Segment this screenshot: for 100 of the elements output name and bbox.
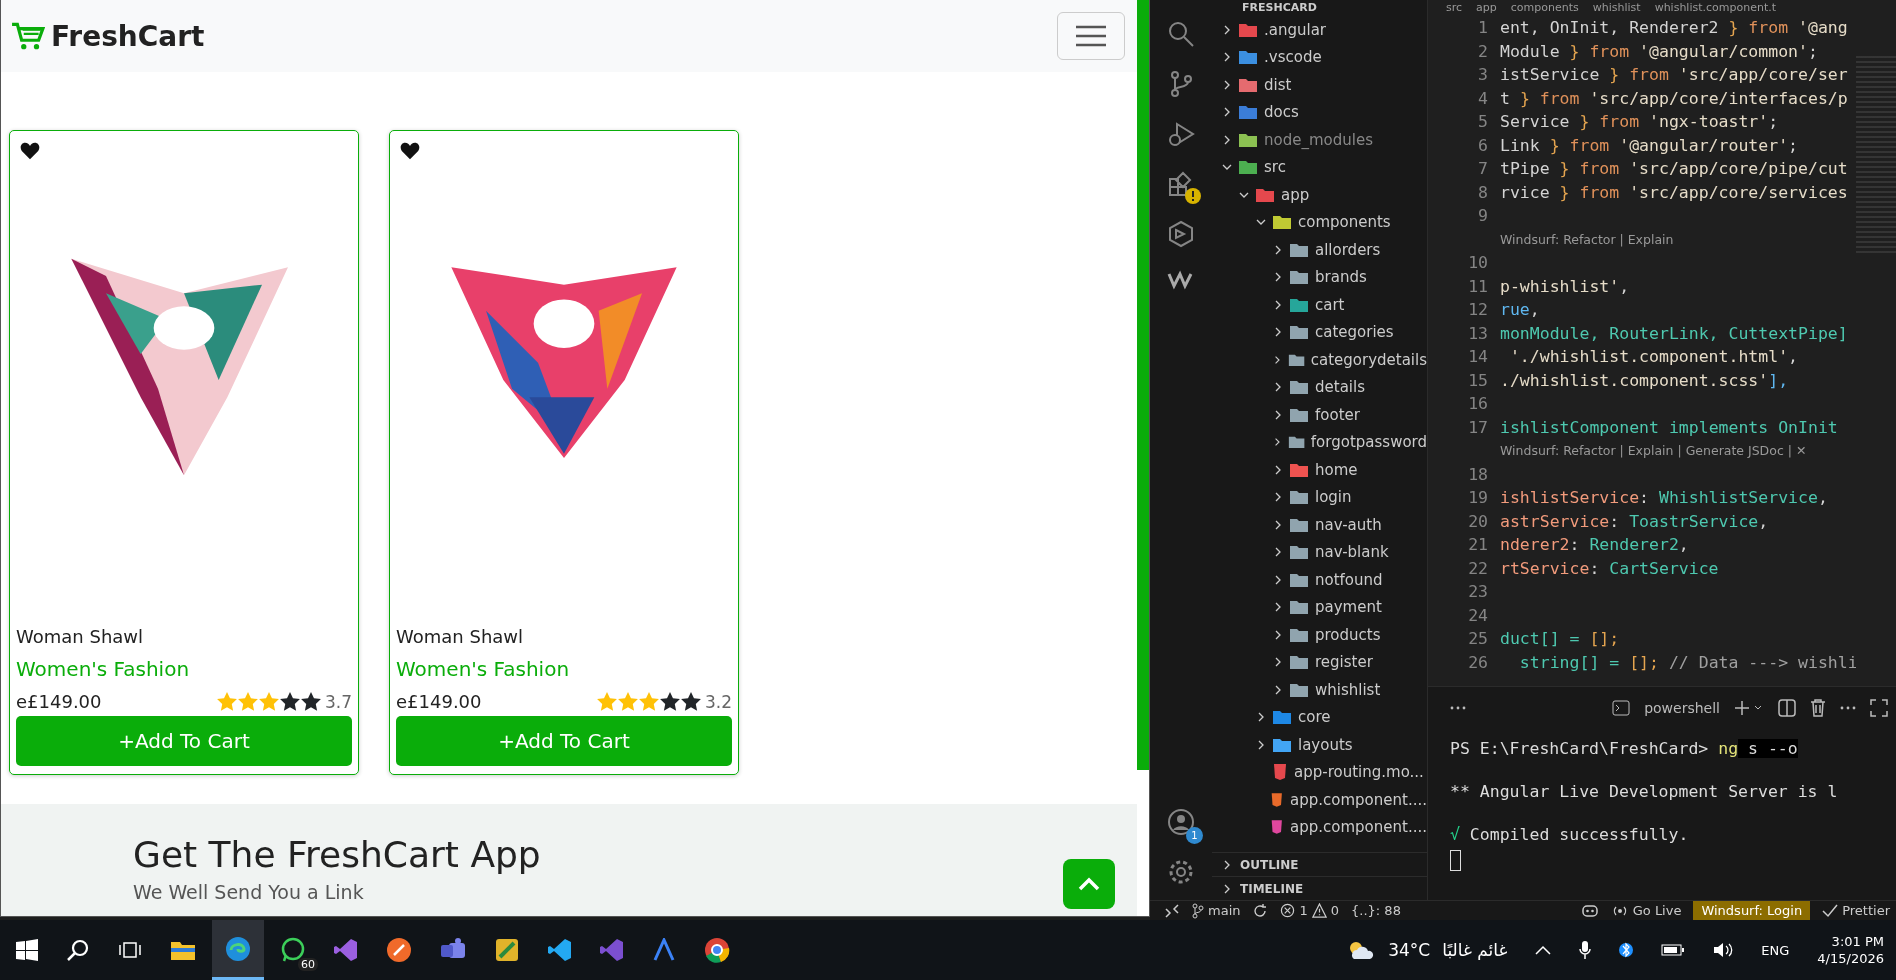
split-icon[interactable]	[1778, 699, 1796, 717]
tree-item[interactable]: components	[1212, 208, 1427, 236]
caret-up-icon[interactable]	[1535, 945, 1552, 955]
product-price: e£149.00	[396, 691, 482, 712]
task-view-icon[interactable]	[118, 939, 142, 961]
position-indicator[interactable]: {..}: 88	[1351, 900, 1401, 921]
folder-icon[interactable]	[170, 939, 196, 961]
cube-icon[interactable]	[1167, 220, 1195, 248]
tree-item[interactable]: node_modules	[1212, 126, 1427, 154]
tree-item[interactable]: forgotpassword	[1212, 428, 1427, 456]
tree-item[interactable]: docs	[1212, 98, 1427, 126]
clock-time[interactable]: 3:01 PM	[1831, 934, 1884, 949]
folder-icon	[1238, 49, 1258, 66]
clock-date[interactable]: 4/15/2026	[1817, 951, 1884, 966]
tree-item[interactable]: nav-auth	[1212, 511, 1427, 539]
ide-icon[interactable]	[600, 938, 624, 962]
star-icon	[638, 692, 659, 711]
tree-item[interactable]: app.component....	[1212, 786, 1427, 814]
code-editor-icon[interactable]	[548, 938, 572, 962]
windsurf-login-button[interactable]: Windsurf: Login	[1693, 900, 1811, 921]
prettier-button[interactable]: Prettier	[1822, 900, 1890, 921]
star-icon	[300, 692, 321, 711]
tree-item[interactable]: app.component....	[1212, 813, 1427, 841]
line-number: 8	[1477, 182, 1489, 202]
tree-item[interactable]: .vscode	[1212, 43, 1427, 71]
codelens-links[interactable]: Windsurf: Refactor | Explain | Generate JSDoc | ✕	[1500, 443, 1807, 459]
line-number: 2	[1477, 41, 1489, 61]
breadcrumb-item[interactable]: whishlist.component.t	[1654, 1, 1777, 16]
breadcrumb-item[interactable]: whishlist	[1592, 1, 1641, 16]
volume-icon[interactable]	[1713, 942, 1734, 958]
language-indicator[interactable]: ENG	[1761, 942, 1790, 958]
terminal-tab[interactable]: powershell	[1644, 700, 1720, 716]
tree-item[interactable]: home	[1212, 456, 1427, 484]
tree-item[interactable]: brands	[1212, 263, 1427, 291]
tree-item[interactable]: nav-blank	[1212, 538, 1427, 566]
tree-item[interactable]: allorders	[1212, 236, 1427, 264]
panel-section-header[interactable]: OUTLINE	[1212, 852, 1427, 876]
branch-indicator[interactable]: main	[1192, 900, 1241, 921]
folder-icon	[1289, 654, 1309, 671]
tree-item[interactable]: dist	[1212, 71, 1427, 99]
line-number: 6	[1477, 135, 1489, 155]
tree-item[interactable]: layouts	[1212, 731, 1427, 759]
scrollbar-thumb[interactable]	[1137, 0, 1149, 770]
pen-tool-icon[interactable]	[386, 937, 412, 963]
codelens-links[interactable]: Windsurf: Refactor | Explain	[1500, 231, 1674, 247]
run-debug-icon[interactable]	[1167, 120, 1195, 148]
tree-item[interactable]: login	[1212, 483, 1427, 511]
tree-item[interactable]: cart	[1212, 291, 1427, 319]
trash-icon[interactable]	[1810, 699, 1826, 717]
line-number: 4	[1477, 88, 1489, 108]
sync-icon[interactable]	[1252, 902, 1269, 919]
remote-icon[interactable]	[1164, 902, 1180, 919]
search-icon[interactable]	[66, 938, 90, 962]
tree-item[interactable]: categorydetails	[1212, 346, 1427, 374]
tree-item[interactable]: register	[1212, 648, 1427, 676]
chrome-icon[interactable]	[704, 937, 730, 963]
more-actions-icon[interactable]	[1840, 706, 1856, 710]
weather-text[interactable]: غائم غالبًا	[1442, 940, 1508, 960]
scroll-to-top-button[interactable]	[1063, 859, 1115, 909]
folder-icon	[1289, 406, 1309, 423]
letter-a-icon[interactable]	[652, 938, 676, 962]
heart-icon[interactable]	[20, 142, 40, 160]
browser-icon[interactable]	[225, 935, 251, 962]
bluetooth-icon[interactable]	[1619, 940, 1634, 960]
tree-item[interactable]: .angular	[1212, 16, 1427, 44]
folder-icon	[1289, 626, 1309, 643]
tree-item[interactable]: core	[1212, 703, 1427, 731]
battery-icon[interactable]	[1661, 944, 1686, 956]
tree-item[interactable]: payment	[1212, 593, 1427, 621]
tree-item[interactable]: products	[1212, 621, 1427, 649]
temperature-text[interactable]: 34°C	[1388, 940, 1431, 960]
tree-item[interactable]: notfound	[1212, 566, 1427, 594]
tree-item[interactable]: src	[1212, 153, 1427, 181]
folder-icon	[1289, 516, 1309, 533]
chevron-icon	[1222, 859, 1232, 870]
app-icon[interactable]	[494, 937, 520, 963]
add-terminal-icon[interactable]	[1734, 700, 1764, 716]
breadcrumb-item[interactable]: src	[1446, 1, 1463, 16]
tree-item[interactable]: app-routing.mo...	[1212, 758, 1427, 786]
microphone-icon[interactable]	[1579, 940, 1592, 960]
breadcrumb-item[interactable]: app	[1476, 1, 1497, 16]
brand-name[interactable]: FreshCart	[51, 19, 205, 53]
problems-indicator[interactable]: 1 0	[1280, 900, 1340, 921]
tree-item[interactable]: categories	[1212, 318, 1427, 346]
windsurf-icon[interactable]	[1167, 270, 1195, 290]
tree-item[interactable]: footer	[1212, 401, 1427, 429]
ide-icon[interactable]	[334, 938, 358, 962]
breadcrumb-item[interactable]: components	[1510, 1, 1579, 16]
maximize-icon[interactable]	[1870, 699, 1888, 717]
file-icon	[1270, 818, 1285, 837]
menu-button[interactable]	[1057, 12, 1125, 60]
tree-item[interactable]: whishlist	[1212, 676, 1427, 704]
go-live-button[interactable]: Go Live	[1610, 900, 1682, 921]
tree-item[interactable]: app	[1212, 181, 1427, 209]
settings-icon[interactable]	[1167, 858, 1195, 886]
more-actions-icon[interactable]	[1450, 706, 1466, 710]
heart-icon[interactable]	[400, 142, 420, 160]
windows-start-icon[interactable]	[16, 939, 38, 961]
copilot-icon[interactable]	[1580, 902, 1599, 919]
tree-item[interactable]: details	[1212, 373, 1427, 401]
